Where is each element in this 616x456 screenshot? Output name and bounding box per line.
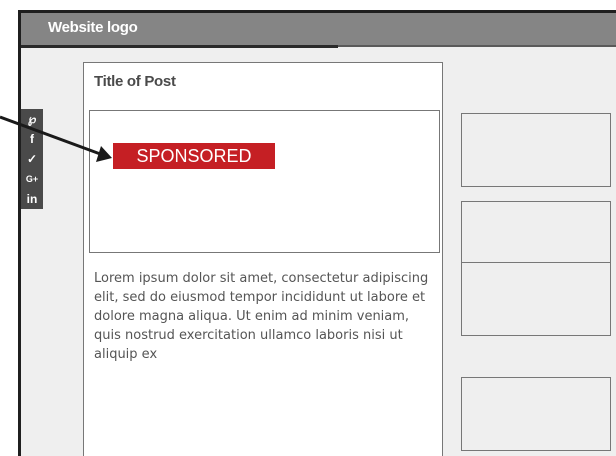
annotation-arrow (0, 115, 112, 162)
